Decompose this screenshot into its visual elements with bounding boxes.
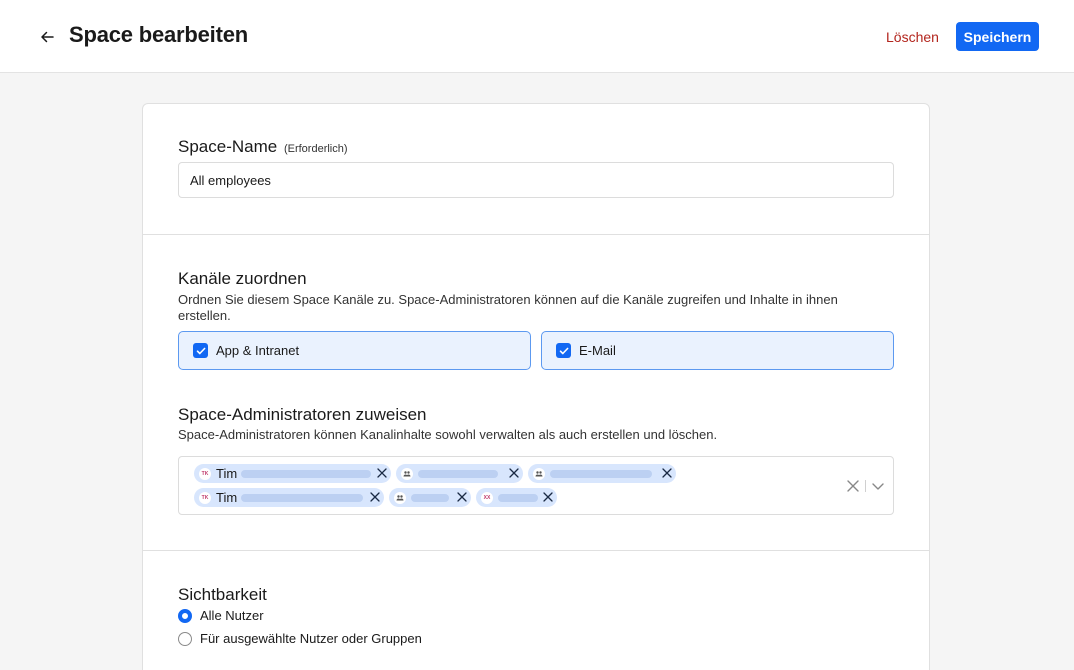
admin-chip: TK Tim: [194, 464, 391, 483]
admin-chip-name: Tim: [216, 490, 238, 505]
admins-heading: Space-Administratoren zuweisen: [178, 405, 427, 424]
channel-label: App & Intranet: [216, 343, 300, 358]
admin-chip: TK Tim: [194, 488, 384, 507]
checkbox-checked-icon[interactable]: [193, 343, 208, 358]
space-name-input[interactable]: All employees: [178, 162, 894, 198]
group-icon: [394, 491, 406, 504]
remove-chip-icon[interactable]: [369, 491, 381, 503]
redacted-text: [411, 493, 449, 502]
admin-chip-name: Tim: [216, 466, 238, 481]
redacted-text: [241, 469, 372, 478]
remove-chip-icon[interactable]: [508, 467, 520, 479]
section-divider: [143, 550, 929, 551]
radio-label: Alle Nutzer: [200, 608, 264, 623]
checkbox-checked-icon[interactable]: [556, 343, 571, 358]
top-bar: Space bearbeiten Löschen Speichern: [0, 0, 1074, 73]
space-form-card: Space-Name (Erforderlich) All employees …: [142, 103, 930, 670]
delete-button[interactable]: Löschen: [878, 23, 947, 51]
channel-label: E-Mail: [579, 343, 616, 358]
remove-chip-icon[interactable]: [456, 491, 468, 503]
avatar: TK: [199, 491, 211, 504]
clear-all-icon[interactable]: [846, 479, 860, 493]
admin-chip: XX: [476, 488, 557, 507]
remove-chip-icon[interactable]: [661, 467, 673, 479]
channel-email[interactable]: E-Mail: [541, 331, 894, 370]
admin-chip: [396, 464, 523, 483]
radio-unselected-icon[interactable]: [178, 631, 192, 646]
avatar: TK: [199, 467, 211, 480]
save-button[interactable]: Speichern: [956, 22, 1039, 51]
avatar: XX: [481, 491, 493, 504]
space-name-label: Space-Name: [178, 137, 278, 156]
group-icon: [533, 467, 545, 480]
space-name-heading: Space-Name (Erforderlich): [178, 137, 348, 157]
chevron-down-icon[interactable]: [871, 479, 885, 493]
admin-chip: [528, 464, 676, 483]
section-divider: [143, 234, 929, 235]
admin-chip: [389, 488, 471, 507]
radio-selected-icon[interactable]: [178, 608, 192, 623]
page-title: Space bearbeiten: [69, 22, 248, 47]
arrow-left-icon: [41, 31, 54, 43]
visibility-option-selected-users[interactable]: Für ausgewählte Nutzer oder Gruppen: [178, 631, 422, 646]
space-name-value: All employees: [190, 172, 271, 188]
back-button[interactable]: [36, 26, 58, 48]
admins-description: Space-Administratoren können Kanalinhalt…: [178, 427, 718, 442]
radio-label: Für ausgewählte Nutzer oder Gruppen: [200, 631, 422, 646]
remove-chip-icon[interactable]: [542, 491, 554, 503]
channel-app-intranet[interactable]: App & Intranet: [178, 331, 531, 370]
required-hint: (Erforderlich): [283, 143, 348, 155]
separator: [865, 480, 866, 492]
channels-heading: Kanäle zuordnen: [178, 269, 307, 288]
redacted-text: [241, 493, 364, 502]
visibility-option-all-users[interactable]: Alle Nutzer: [178, 608, 264, 623]
redacted-text: [498, 493, 538, 502]
channels-description: Ordnen Sie diesem Space Kanäle zu. Space…: [178, 292, 838, 323]
remove-chip-icon[interactable]: [376, 467, 388, 479]
visibility-heading: Sichtbarkeit: [178, 585, 267, 604]
group-icon: [401, 467, 413, 480]
admins-multiselect[interactable]: TK Tim TK Tim XX: [178, 456, 894, 515]
redacted-text: [550, 469, 652, 478]
redacted-text: [418, 469, 498, 478]
